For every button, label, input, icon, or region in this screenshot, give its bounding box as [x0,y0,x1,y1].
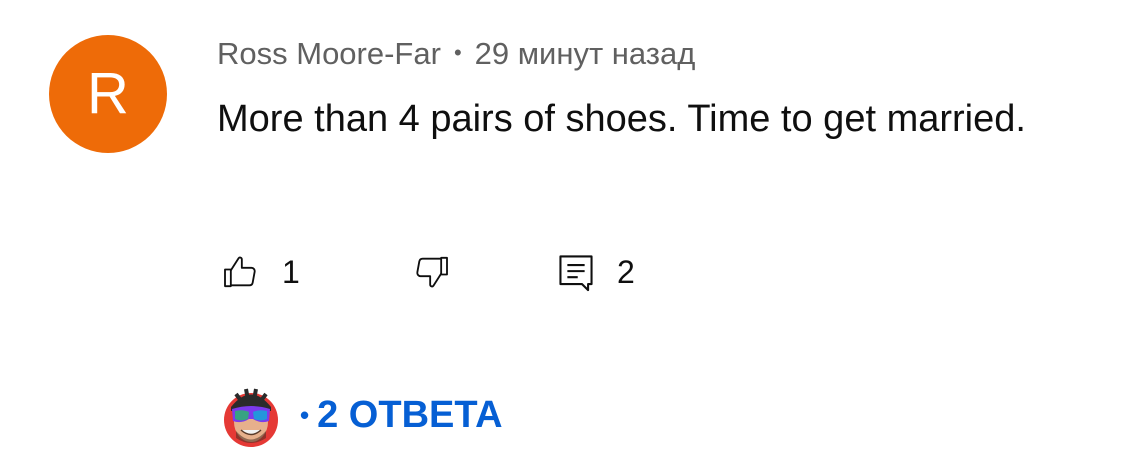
comment-reply-icon [557,251,595,293]
reply-count: 2 [617,253,635,290]
comment-actions: 1 2 [0,250,1125,294]
like-button[interactable]: 1 [220,250,300,294]
author-avatar[interactable]: R [49,35,167,153]
dislike-button[interactable] [412,250,452,294]
thumb-down-icon [412,252,452,292]
like-count: 1 [282,253,300,290]
comment-timestamp[interactable]: 29 минут назад [475,36,696,72]
reply-button[interactable]: 2 [557,250,635,294]
view-replies-link[interactable]: • 2 ОТВЕТА [300,394,503,437]
creator-avatar-icon [222,382,280,448]
comment-header: Ross Moore-Far • 29 минут назад [217,36,695,72]
replies-bullet: • [300,399,310,430]
replies-label: 2 ОТВЕТА [317,393,503,436]
comment-thread: R Ross Moore-Far • 29 минут назад More t… [0,0,1125,476]
thumb-up-icon [220,252,260,292]
avatar-initial: R [87,61,129,126]
view-replies-row[interactable]: • 2 ОТВЕТА [222,382,503,448]
meta-separator: • [453,40,462,65]
author-name[interactable]: Ross Moore-Far [217,36,441,72]
comment-text: More than 4 pairs of shoes. Time to get … [217,98,1026,140]
